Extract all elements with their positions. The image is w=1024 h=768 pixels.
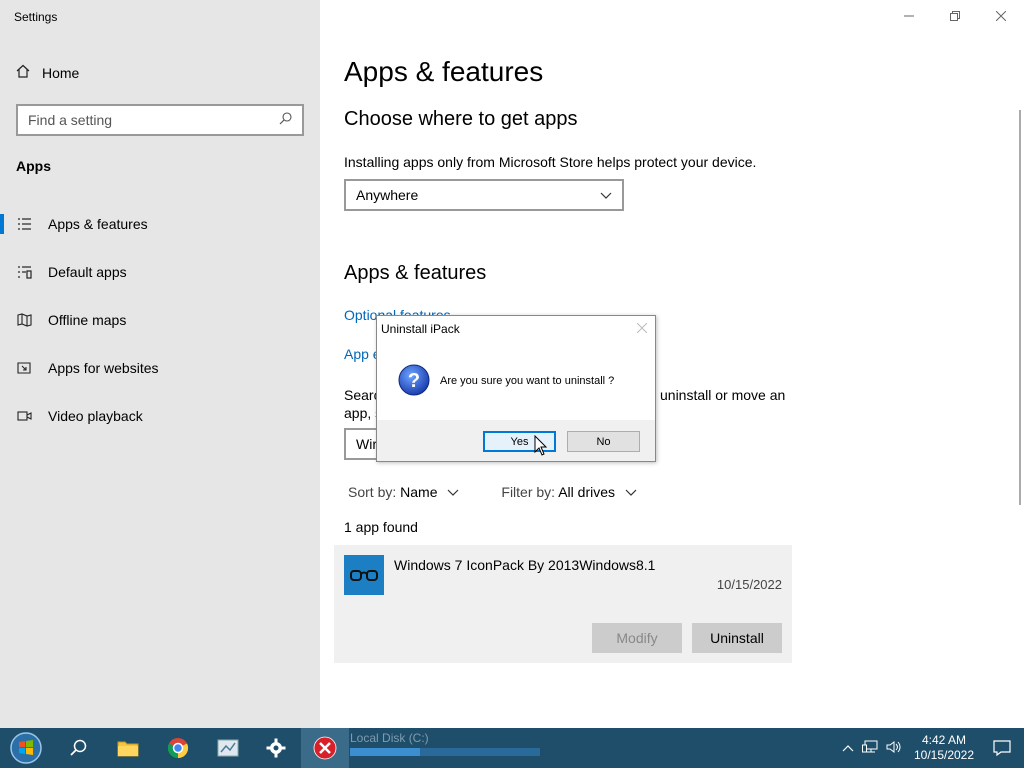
filter-dropdown[interactable]: Filter by: All drives <box>501 484 637 500</box>
app-source-dropdown[interactable]: Anywhere <box>344 179 624 211</box>
default-apps-icon <box>16 264 32 280</box>
chrome-icon <box>167 738 189 759</box>
app-name: Windows 7 IconPack By 2013Windows8.1 <box>394 557 656 573</box>
filter-label: Filter by: <box>501 484 556 500</box>
uninstall-dialog: Uninstall iPack ? Are you sure you want … <box>376 315 656 462</box>
taskbar-app[interactable] <box>204 728 252 768</box>
apps-features-heading: Apps & features <box>344 262 487 284</box>
chevron-down-icon <box>600 187 612 203</box>
sidebar-item-label: Offline maps <box>48 312 127 328</box>
volume-icon[interactable] <box>886 740 902 757</box>
find-setting-input[interactable] <box>28 112 279 128</box>
minimize-button[interactable] <box>886 0 932 32</box>
minimize-icon <box>904 15 914 17</box>
choose-heading: Choose where to get apps <box>344 108 578 130</box>
sidebar-item-label: Apps & features <box>48 216 148 232</box>
home-label: Home <box>42 64 80 81</box>
app-icon <box>344 555 384 595</box>
background-window-text: Local Disk (C:) <box>350 731 429 745</box>
sidebar-item-apps-features[interactable]: Apps & features <box>0 200 320 248</box>
sidebar-item-offline-maps[interactable]: Offline maps <box>0 296 320 344</box>
sort-dropdown[interactable]: Sort by: Name <box>348 484 459 500</box>
page-title: Apps & features <box>344 56 544 87</box>
background-disk-bar <box>350 748 540 756</box>
chevron-up-icon[interactable] <box>842 741 854 755</box>
error-x-icon <box>313 736 337 760</box>
app-window-icon <box>217 739 239 757</box>
no-button[interactable]: No <box>567 431 640 452</box>
map-icon <box>16 312 32 328</box>
taskbar: Local Disk (C:) 4:42 AM 10/15/2022 <box>0 728 1024 768</box>
window-title: Settings <box>14 10 58 24</box>
home-nav[interactable]: Home <box>16 64 79 81</box>
settings-sidebar: Settings Home Apps Apps & features Defau… <box>0 0 320 728</box>
start-button[interactable] <box>2 728 50 768</box>
restore-icon <box>950 11 960 21</box>
close-icon <box>636 322 648 334</box>
section-label: Apps <box>16 158 51 174</box>
dialog-message: Are you sure you want to uninstall ? <box>440 375 615 387</box>
sidebar-item-default-apps[interactable]: Default apps <box>0 248 320 296</box>
list-icon <box>16 216 32 232</box>
sidebar-nav: Apps & features Default apps Offline map… <box>0 200 320 440</box>
system-tray: 4:42 AM 10/15/2022 <box>842 728 1024 768</box>
taskbar-search-button[interactable] <box>54 728 102 768</box>
dialog-title: Uninstall iPack <box>381 322 460 336</box>
apps-search-value: Wir <box>356 436 377 452</box>
filter-value: All drives <box>558 484 615 500</box>
restore-button[interactable] <box>932 0 978 32</box>
notification-icon <box>993 740 1011 756</box>
taskbar-uninstaller[interactable] <box>301 728 349 768</box>
action-center-button[interactable] <box>980 740 1024 756</box>
app-install-date: 10/15/2022 <box>716 577 782 592</box>
chevron-down-icon <box>625 489 637 496</box>
sort-label: Sort by: <box>348 484 397 500</box>
clock-time: 4:42 AM <box>921 733 967 747</box>
taskbar-file-explorer[interactable] <box>104 728 152 768</box>
close-icon <box>996 11 1006 21</box>
search-desc-right: uninstall or move an <box>660 387 786 403</box>
mouse-cursor-icon <box>534 434 548 462</box>
network-icon[interactable] <box>862 740 878 757</box>
question-icon: ? <box>398 364 430 396</box>
choose-description: Installing apps only from Microsoft Stor… <box>344 154 757 170</box>
windows-start-icon <box>10 732 42 764</box>
app-source-value: Anywhere <box>356 187 419 203</box>
sidebar-item-label: Default apps <box>48 264 127 280</box>
svg-text:?: ? <box>408 370 420 392</box>
gear-icon <box>266 738 286 758</box>
dialog-close-button[interactable] <box>636 320 648 336</box>
taskbar-chrome[interactable] <box>154 728 202 768</box>
link-icon <box>16 360 32 376</box>
taskbar-clock[interactable]: 4:42 AM 10/15/2022 <box>908 733 980 763</box>
search-icon[interactable] <box>279 112 292 128</box>
clock-date: 10/15/2022 <box>913 748 975 762</box>
app-list-item[interactable]: Windows 7 IconPack By 2013Windows8.1 10/… <box>334 545 792 663</box>
find-setting-search[interactable] <box>16 104 304 136</box>
search-icon <box>70 739 87 756</box>
sidebar-item-label: Video playback <box>48 408 143 424</box>
sidebar-item-apps-for-websites[interactable]: Apps for websites <box>0 344 320 392</box>
sort-value: Name <box>400 484 438 500</box>
sort-filter-bar: Sort by: Name Filter by: All drives <box>348 484 637 500</box>
app-count: 1 app found <box>344 519 418 535</box>
chevron-down-icon <box>447 489 459 496</box>
home-icon <box>16 64 30 81</box>
video-icon <box>16 408 32 424</box>
sidebar-item-video-playback[interactable]: Video playback <box>0 392 320 440</box>
modify-button[interactable]: Modify <box>592 623 682 653</box>
uninstall-button[interactable]: Uninstall <box>692 623 782 653</box>
folder-icon <box>117 741 139 757</box>
sidebar-item-label: Apps for websites <box>48 360 159 376</box>
taskbar-settings[interactable] <box>252 728 300 768</box>
close-button[interactable] <box>978 0 1024 32</box>
scrollbar[interactable] <box>1019 110 1021 505</box>
